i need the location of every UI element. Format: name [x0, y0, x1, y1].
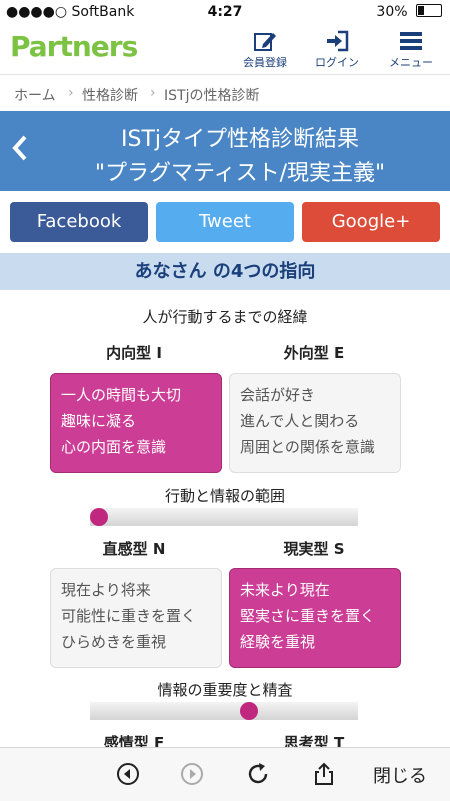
type-label-extrovert: 外向型 E — [283, 344, 345, 362]
battery-percent: 30% — [376, 4, 408, 20]
type-label-intuitive: 直感型 N — [102, 540, 166, 558]
trait-line: 堅実さに重きを置く — [240, 607, 376, 625]
section-title: あなさん の4つの指向 — [0, 253, 450, 290]
trait-line: 心の内面を意識 — [61, 438, 167, 456]
breadcrumb-diagnosis[interactable]: 性格診断 — [82, 85, 138, 105]
scale-caption: 行動と情報の範囲 — [164, 487, 285, 505]
menu-label: メニュー — [389, 56, 433, 69]
browser-toolbar: 閉じる — [0, 747, 450, 801]
trait-card-sensing: 未来より現在 堅実さに重きを置く 経験を重視 — [229, 568, 401, 668]
forward-arrow-icon[interactable] — [180, 762, 204, 786]
back-arrow-icon[interactable] — [116, 762, 140, 786]
scale-caption: 情報の重要度と精査 — [157, 681, 293, 699]
page-title: ISTjタイプ性格診断結果 — [120, 127, 359, 152]
trait-card-intuitive: 現在より将来 可能性に重きを置く ひらめきを重視 — [50, 568, 222, 668]
trait-line: 進んで人と関わる — [240, 412, 360, 430]
scale-marker — [240, 702, 258, 720]
trait-line: 未来より現在 — [240, 581, 330, 599]
breadcrumb-home[interactable]: ホーム — [14, 85, 56, 105]
trait-card-introvert: 一人の時間も大切 趣味に凝る 心の内面を意識 — [50, 373, 222, 473]
login-button[interactable]: ログイン — [302, 30, 372, 70]
status-bar: ●●●●○ SoftBank 4:27 30% — [0, 0, 450, 24]
dimension-caption: 人が行動するまでの経緯 — [142, 308, 308, 326]
trait-line: ひらめきを重視 — [61, 633, 167, 651]
facebook-button[interactable]: Facebook — [10, 202, 148, 242]
share-icon[interactable] — [312, 762, 336, 786]
battery-icon — [416, 4, 442, 17]
google-plus-button[interactable]: Google+ — [302, 202, 440, 242]
share-buttons: Facebook Tweet Google+ — [0, 202, 450, 242]
breadcrumb-current: ISTjの性格診断 — [164, 88, 260, 104]
scale-track — [90, 508, 358, 526]
trait-line: 趣味に凝る — [61, 412, 137, 430]
trait-card-extrovert: 会話が好き 進んで人と関わる 周囲との関係を意識 — [229, 373, 401, 473]
chevron-right-icon: › — [150, 85, 156, 101]
menu-button[interactable]: メニュー — [376, 30, 446, 70]
trait-line: 周囲との関係を意識 — [240, 438, 375, 456]
battery-status: 30% — [376, 4, 442, 20]
site-header: Partners 会員登録 ログイン メニュー — [0, 24, 450, 75]
trait-line: 現在より将来 — [61, 581, 151, 599]
type-label-introvert: 内向型 I — [106, 344, 162, 362]
trait-line: 会話が好き — [240, 386, 316, 404]
trait-line: 一人の時間も大切 — [61, 386, 182, 404]
scale-marker — [90, 508, 108, 526]
login-label: ログイン — [315, 56, 359, 69]
close-button[interactable]: 閉じる — [373, 762, 427, 788]
register-button[interactable]: 会員登録 — [230, 30, 300, 70]
type-label-sensing: 現実型 S — [283, 540, 345, 558]
tweet-button[interactable]: Tweet — [156, 202, 294, 242]
menu-icon — [400, 32, 422, 50]
back-icon[interactable] — [12, 133, 28, 163]
register-label: 会員登録 — [243, 56, 287, 69]
edit-icon — [254, 33, 276, 51]
reload-icon[interactable] — [246, 762, 270, 786]
login-icon — [327, 30, 349, 52]
scale-track — [90, 702, 358, 720]
page-subtitle: "プラグマティスト/現実主義" — [94, 161, 386, 186]
chevron-right-icon: › — [68, 85, 74, 101]
trait-line: 経験を重視 — [240, 633, 316, 651]
logo[interactable]: Partners — [10, 30, 138, 63]
result-title-banner: ISTjタイプ性格診断結果 "プラグマティスト/現実主義" — [0, 111, 450, 191]
breadcrumb: ホーム › 性格診断 › ISTjの性格診断 — [0, 75, 450, 111]
trait-line: 可能性に重きを置く — [61, 607, 197, 625]
